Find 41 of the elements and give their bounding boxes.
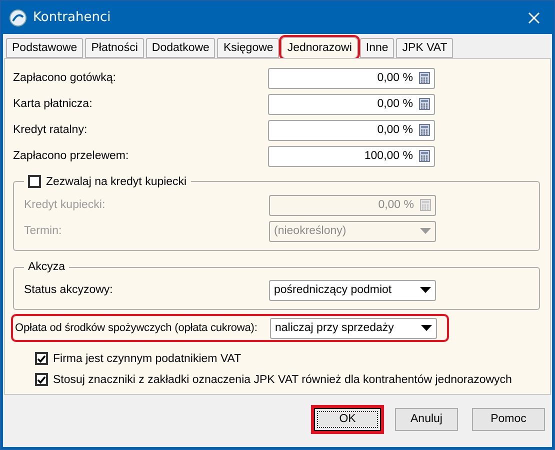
checkmark-icon	[37, 376, 46, 384]
close-icon[interactable]	[528, 12, 540, 24]
percent-field[interactable]: 100,00 %	[268, 146, 435, 166]
checkmark-icon	[37, 354, 46, 362]
percent-field[interactable]: 0,00 %	[268, 120, 435, 140]
dialog-button[interactable]: Pomoc	[472, 408, 545, 430]
field-label: Karta płatnicza:	[13, 98, 94, 110]
tab[interactable]: Inne	[360, 38, 394, 58]
checkbox-label: Firma jest czynnym podatnikiem VAT	[53, 352, 242, 364]
field-label: Kredyt ratalny:	[13, 124, 88, 136]
app-logo-icon	[9, 8, 27, 26]
tab[interactable]: Jednorazowi	[281, 37, 358, 58]
field-label: Opłata od środków spożywczych (opłata cukrowa):	[15, 322, 258, 334]
calculator-icon[interactable]	[419, 150, 430, 162]
tab[interactable]: Podstawowe	[6, 38, 84, 58]
window-title: Kontrahenci	[33, 10, 112, 25]
tab[interactable]: Płatności	[85, 38, 144, 58]
checkbox-label: Stosuj znaczniki z zakładki oznaczenia JPK VAT również dla kontrahentów jednorazowych	[53, 374, 512, 386]
checkbox[interactable]	[28, 175, 41, 188]
percent-field[interactable]: 0,00 %	[268, 94, 435, 114]
caret-icon[interactable]	[420, 287, 431, 293]
caret-icon[interactable]	[421, 325, 432, 331]
dropdown[interactable]: pośredniczący podmiot	[269, 280, 436, 300]
field-label: Zapłacono gotówką:	[13, 72, 117, 84]
field-label: Status akcyzowy:	[24, 284, 114, 296]
dropdown[interactable]: naliczaj przy sprzedaży	[270, 318, 437, 338]
field-label: Kredyt kupiecki:	[24, 199, 106, 211]
calculator-icon[interactable]	[419, 72, 430, 84]
calculator-icon[interactable]	[419, 98, 430, 110]
tab[interactable]: Dodatkowe	[146, 38, 216, 58]
group-title: Akcyza	[28, 261, 66, 273]
field-label: Zapłacono przelewem:	[13, 150, 130, 162]
dialog-button[interactable]: Anuluj	[395, 408, 458, 430]
checkbox[interactable]	[35, 352, 48, 365]
checkbox[interactable]	[35, 373, 48, 386]
field-label: Termin:	[24, 225, 63, 237]
percent-field[interactable]: 0,00 %	[268, 68, 435, 88]
tab[interactable]: JPK VAT	[396, 38, 454, 58]
tab[interactable]: Księgowe	[217, 38, 280, 58]
calculator-icon[interactable]	[419, 124, 430, 136]
checkbox-label: Zezwalaj na kredyt kupiecki	[46, 176, 187, 188]
